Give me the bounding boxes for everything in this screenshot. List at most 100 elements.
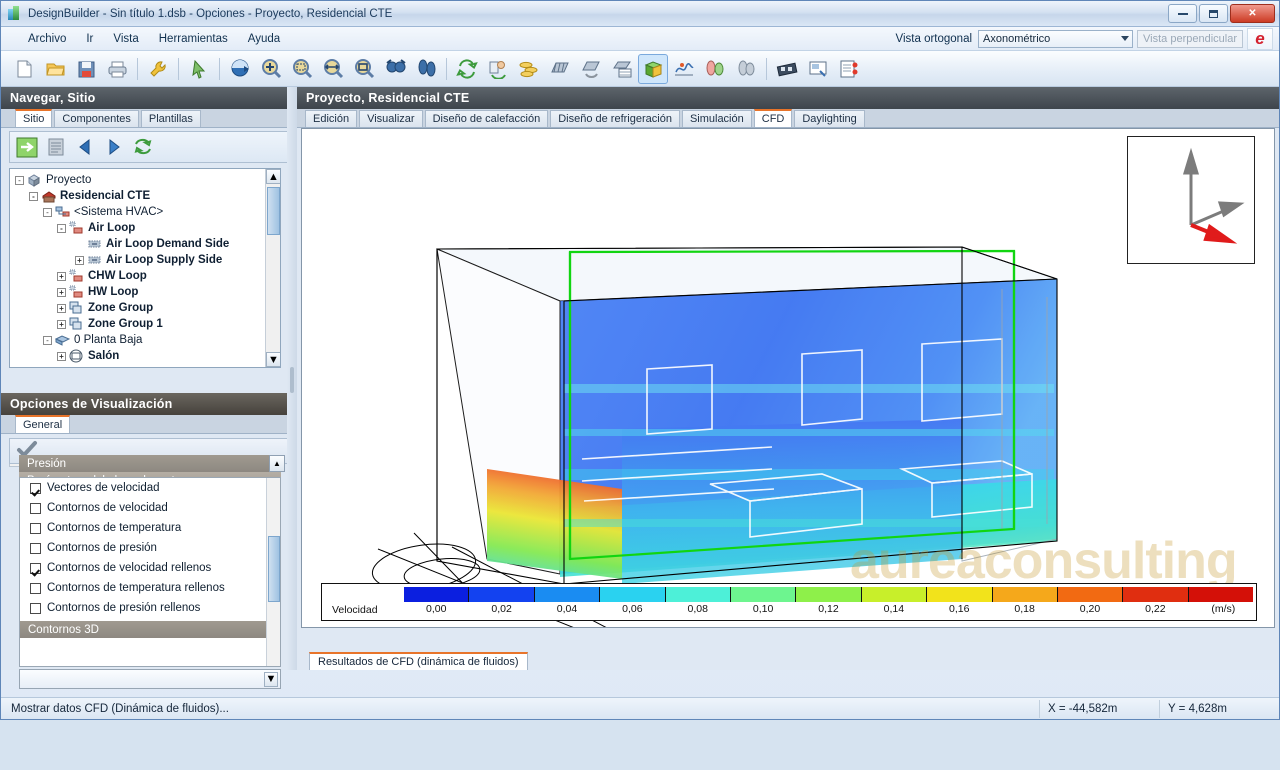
option-contornos-de-temperatura[interactable]: Contornos de temperatura [20,518,280,538]
tab-sitio[interactable]: Sitio [15,109,53,127]
pointer-select-icon[interactable] [184,54,214,84]
render-film-icon[interactable] [772,54,802,84]
tab-resultados-cfd[interactable]: Resultados de CFD (dinámica de fluidos) [309,652,528,670]
tree-item-air-loop[interactable]: - Air Loop [13,220,280,236]
expander-icon[interactable]: + [57,271,66,281]
menu-ir[interactable]: Ir [77,30,102,48]
tab-visualizar[interactable]: Visualizar [359,110,423,127]
projection-dropdown[interactable]: Axonométrico [978,30,1134,48]
cost-icon[interactable] [514,54,544,84]
tree-item-air-loop-demand-side[interactable]: Air Loop Demand Side [13,236,280,252]
back-arrow-icon[interactable] [72,134,98,160]
axis-gizmo[interactable] [1127,136,1255,264]
expander-icon[interactable]: + [75,255,84,265]
expander-icon[interactable]: - [57,223,66,233]
grid-data-icon[interactable] [607,54,637,84]
panel-splitter[interactable] [287,87,297,670]
checkbox-icon[interactable] [30,582,41,594]
expander-icon[interactable]: + [57,319,66,329]
tab-simulacion[interactable]: Simulación [681,110,752,127]
options-vertical-scrollbar[interactable] [266,478,280,666]
tab-cfd[interactable]: CFD [753,109,793,127]
expander-icon[interactable]: - [15,175,24,185]
thermal-update-icon[interactable] [483,54,513,84]
expander-icon[interactable]: - [43,207,52,217]
expander-icon[interactable]: + [57,351,66,361]
checkbox-icon[interactable] [30,542,41,554]
lung-exhaust-icon[interactable] [731,54,761,84]
tree-item-chw-loop[interactable]: + CHW Loop [13,268,280,284]
checkbox-icon[interactable] [30,522,41,534]
tab-diseno-calefaccion[interactable]: Diseño de calefacción [424,110,549,127]
option-contornos-de-presion-rellenos[interactable]: Contornos de presión rellenos [20,598,280,618]
tree-item-zone-group[interactable]: + Zone Group [13,300,280,316]
chevron-down-icon[interactable]: ▼ [264,671,278,687]
tab-plantillas[interactable]: Plantillas [140,110,201,127]
group-header-presion[interactable]: Presión » [19,455,281,472]
checkbox-icon[interactable] [30,482,41,494]
perpendicular-view-button[interactable]: Vista perpendicular [1137,30,1243,48]
tree-item-air-loop-supply-side[interactable]: + Air Loop Supply Side [13,252,280,268]
fly-through-icon[interactable] [380,54,410,84]
tree-item-hw-loop[interactable]: + HW Loop [13,284,280,300]
orbit-rotate-icon[interactable] [225,54,255,84]
refresh-model-icon[interactable] [452,54,482,84]
tab-general[interactable]: General [15,415,71,433]
print-icon[interactable] [102,54,132,84]
menu-ayuda[interactable]: Ayuda [239,30,289,48]
options-scroll-up-button[interactable]: ▲ [269,455,285,472]
zoom-extents-icon[interactable] [349,54,379,84]
menu-archivo[interactable]: Archivo [19,30,75,48]
cfd-viewport[interactable]: 4,70 m aureaconsulting www.ecoeficiente.… [301,128,1275,628]
solar-shading-icon[interactable] [576,54,606,84]
screenshot-icon[interactable] [803,54,833,84]
wrench-tools-icon[interactable] [143,54,173,84]
option-contornos-de-velocidad-rellenos[interactable]: Contornos de velocidad rellenos [20,558,280,578]
tree-item-sistema-hvac[interactable]: - <Sistema HVAC> [13,204,280,220]
forward-arrow-icon[interactable] [101,134,127,160]
site-tree[interactable]: - Proyecto - Residencial CTE - <Sistema … [9,168,281,368]
option-contornos-de-presion[interactable]: Contornos de presión [20,538,280,558]
minimize-button[interactable] [1168,4,1197,23]
tab-daylighting[interactable]: Daylighting [794,110,865,127]
close-button[interactable]: ✕ [1230,4,1275,23]
option-contornos-de-velocidad[interactable]: Contornos de velocidad [20,498,280,518]
scroll-up-icon[interactable]: ▲ [266,169,280,184]
expander-icon[interactable]: - [29,191,38,201]
walk-through-icon[interactable] [411,54,441,84]
save-disk-icon[interactable] [71,54,101,84]
expander-icon[interactable]: - [43,335,52,345]
tree-item-proyecto[interactable]: - Proyecto [13,172,280,188]
results-chart-icon[interactable] [669,54,699,84]
report-icon[interactable] [834,54,864,84]
option-vectores-de-velocidad[interactable]: Vectores de velocidad [20,478,280,498]
tab-componentes[interactable]: Componentes [54,110,139,127]
tab-diseno-refrigeracion[interactable]: Diseño de refrigeración [550,110,680,127]
scrollbar-thumb[interactable] [267,187,280,235]
refresh-icon[interactable] [130,134,156,160]
list-view-icon[interactable] [43,134,69,160]
scrollbar-thumb[interactable] [268,536,280,602]
options-bottom-dropdown[interactable]: ▼ [19,669,281,689]
tab-edicion[interactable]: Edición [305,110,358,127]
zoom-region-icon[interactable] [287,54,317,84]
new-file-icon[interactable] [9,54,39,84]
group-header-contornos-3d[interactable]: Contornos 3D » [20,621,280,638]
pan-icon[interactable] [318,54,348,84]
go-arrow-icon[interactable] [14,134,40,160]
tree-vertical-scrollbar[interactable]: ▲ ▼ [265,169,280,367]
solar-panel-icon[interactable] [545,54,575,84]
option-contornos-de-temperatura-rellenos[interactable]: Contornos de temperatura rellenos [20,578,280,598]
menu-herramientas[interactable]: Herramientas [150,30,237,48]
tree-item-zone-group-1[interactable]: + Zone Group 1 [13,316,280,332]
expander-icon[interactable]: + [57,303,66,313]
checkbox-icon[interactable] [30,562,41,574]
checkbox-icon[interactable] [30,502,41,514]
scroll-down-icon[interactable]: ▼ [266,352,280,367]
cfd-cube-icon[interactable] [638,53,668,84]
checkbox-icon[interactable] [30,602,41,614]
zoom-in-icon[interactable] [256,54,286,84]
internet-explorer-icon[interactable]: e [1247,28,1273,50]
tree-item-salon[interactable]: + Salón [13,348,280,364]
expander-icon[interactable]: + [57,287,66,297]
